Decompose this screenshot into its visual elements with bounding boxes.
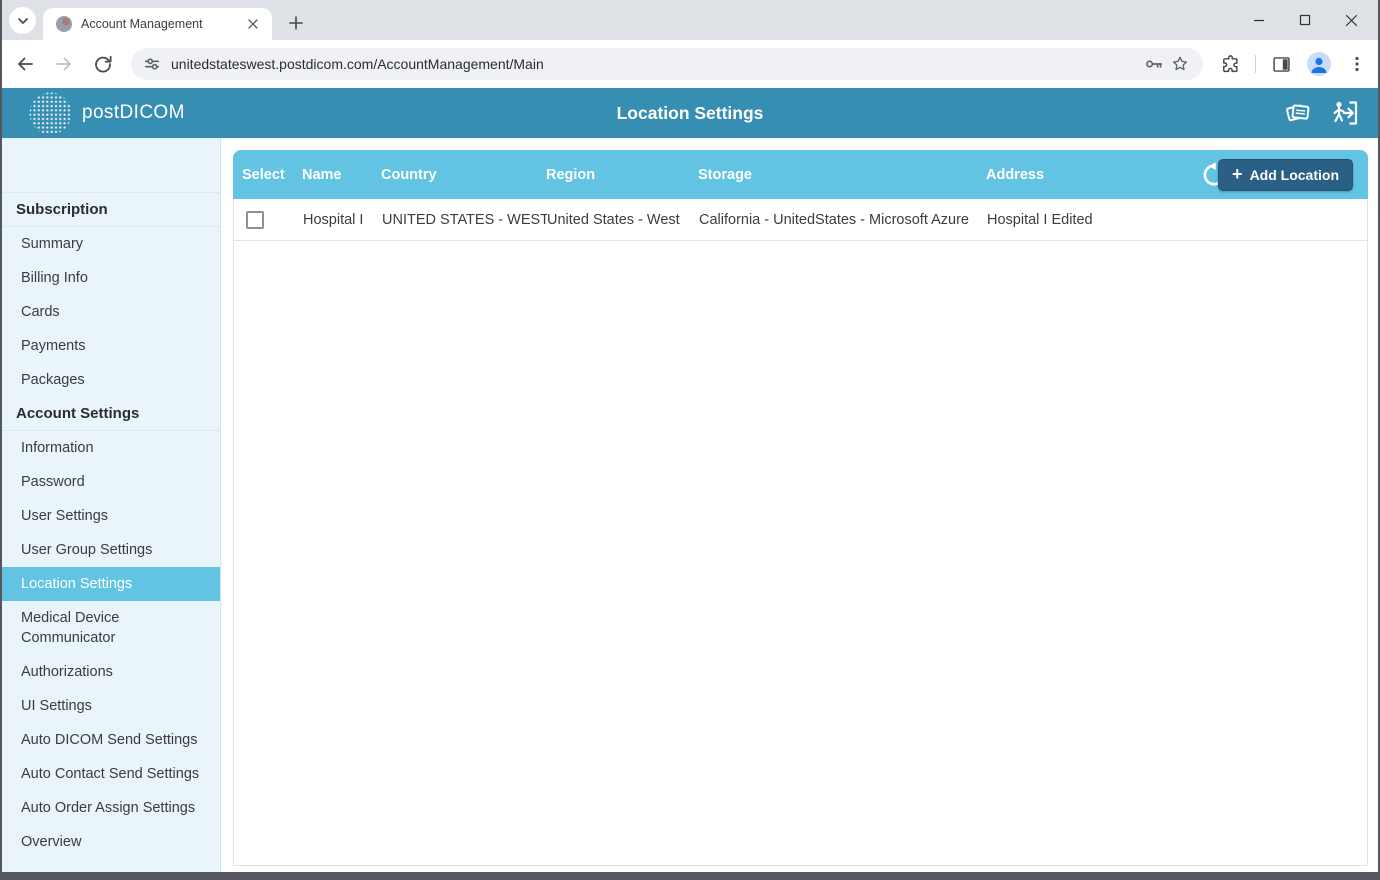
tab-search-button[interactable] <box>9 7 36 34</box>
browser-menu-button[interactable] <box>1342 49 1372 79</box>
close-icon <box>248 19 258 29</box>
close-icon <box>1345 14 1357 26</box>
add-location-button[interactable]: + Add Location <box>1218 158 1353 191</box>
address-bar[interactable]: unitedstateswest.postdicom.com/AccountMa… <box>131 48 1203 80</box>
browser-toolbar: unitedstateswest.postdicom.com/AccountMa… <box>0 40 1380 88</box>
sidebar-item-user-group-settings[interactable]: User Group Settings <box>0 533 220 567</box>
credit-packages-button[interactable] <box>1280 96 1314 130</box>
logout-icon <box>1333 101 1358 125</box>
tab-title: Account Management <box>81 17 203 31</box>
credit-cards-icon <box>1286 104 1310 122</box>
toolbar-separator <box>1255 55 1256 73</box>
kebab-menu-icon <box>1355 56 1359 72</box>
back-button[interactable] <box>8 47 42 81</box>
window-bottom-edge <box>0 872 1380 880</box>
sidebar-item-summary[interactable]: Summary <box>0 227 220 261</box>
sidebar-item-password[interactable]: Password <box>0 465 220 499</box>
sidebar-item-location-settings[interactable]: Location Settings <box>0 567 220 601</box>
logout-button[interactable] <box>1328 96 1362 130</box>
table-row[interactable]: Hospital I UNITED STATES - WEST United Sta… <box>234 199 1367 241</box>
cell-address: Hospital I Edited <box>987 211 1093 228</box>
row-checkbox-cell <box>234 210 303 229</box>
cell-country: UNITED STATES - WEST <box>382 211 547 228</box>
sidebar-item-payments[interactable]: Payments <box>0 329 220 363</box>
profile-avatar-icon <box>1307 52 1331 76</box>
minimize-icon <box>1254 19 1264 22</box>
sidebar-item-auto-contact-send-settings[interactable]: Auto Contact Send Settings <box>0 757 220 791</box>
table-header-row: Select Name Country Region Storage Address + … <box>233 150 1368 199</box>
sidebar-item-cards[interactable]: Cards <box>0 295 220 329</box>
extensions-puzzle-icon <box>1222 54 1238 72</box>
page-title: Location Settings <box>616 102 764 123</box>
url-text[interactable]: unitedstateswest.postdicom.com/AccountMa… <box>171 56 1141 72</box>
locations-table: Select Name Country Region Storage Address + … <box>233 150 1368 866</box>
sidebar-item-user-settings[interactable]: User Settings <box>0 499 220 533</box>
column-header-select: Select <box>242 166 285 183</box>
main-content: Select Name Country Region Storage Address + … <box>222 138 1380 872</box>
postdicom-favicon-icon <box>56 16 72 32</box>
arrow-left-icon <box>18 57 33 71</box>
close-window-button[interactable] <box>1328 0 1374 40</box>
sidebar-item-authorizations[interactable]: Authorizations <box>0 655 220 689</box>
maximize-button[interactable] <box>1282 0 1328 40</box>
reload-button[interactable] <box>86 47 120 81</box>
new-tab-button[interactable] <box>282 9 310 37</box>
sidebar-item-medical-device-communicator[interactable]: Medical Device Communicator <box>0 601 220 655</box>
key-icon <box>1146 60 1163 68</box>
side-panel-icon <box>1272 56 1290 72</box>
reload-icon <box>95 55 112 73</box>
browser-tab-strip: Account Management <box>0 0 1380 40</box>
window-left-edge <box>0 0 2 880</box>
sidebar-item-ui-settings[interactable]: UI Settings <box>0 689 220 723</box>
toolbar-actions <box>1215 49 1380 79</box>
profile-button[interactable] <box>1304 49 1334 79</box>
sidebar-section-account-settings: Account Settings <box>0 397 220 431</box>
password-manager-button[interactable] <box>1141 51 1167 77</box>
browser-tab[interactable]: Account Management <box>43 8 272 40</box>
tab-close-button[interactable] <box>244 15 262 33</box>
extensions-button[interactable] <box>1215 49 1245 79</box>
plus-icon <box>289 16 303 30</box>
column-header-country: Country <box>381 166 437 183</box>
side-panel-button[interactable] <box>1266 49 1296 79</box>
window-controls <box>1236 0 1374 40</box>
arrow-right-icon <box>56 57 71 71</box>
maximize-icon <box>1299 14 1311 26</box>
cell-region: United States - West <box>547 211 680 228</box>
sidebar-item-information[interactable]: Information <box>0 431 220 465</box>
site-settings-icon[interactable] <box>143 55 161 73</box>
cell-storage: California - UnitedStates - Microsoft Az… <box>699 211 969 228</box>
cell-name: Hospital I <box>303 211 364 228</box>
minimize-button[interactable] <box>1236 0 1282 40</box>
column-header-region: Region <box>546 166 596 183</box>
header-actions <box>1280 88 1362 138</box>
plus-icon: + <box>1232 164 1243 184</box>
sidebar-item-auto-dicom-send-settings[interactable]: Auto DICOM Send Settings <box>0 723 220 757</box>
sidebar-item-overview[interactable]: Overview <box>0 825 220 859</box>
row-checkbox[interactable] <box>246 210 264 229</box>
column-header-name: Name <box>302 166 342 183</box>
sidebar-section-subscription: Subscription <box>0 192 220 227</box>
column-header-storage: Storage <box>698 166 752 183</box>
bookmark-button[interactable] <box>1167 51 1193 77</box>
chevron-down-icon <box>17 17 28 24</box>
star-icon <box>1172 56 1188 71</box>
sidebar-item-auto-order-assign-settings[interactable]: Auto Order Assign Settings <box>0 791 220 825</box>
sidebar-nav: Subscription Summary Billing Info Cards Paym… <box>0 138 221 872</box>
sidebar-item-billing-info[interactable]: Billing Info <box>0 261 220 295</box>
add-location-label: Add Location <box>1249 166 1339 183</box>
sidebar-item-packages[interactable]: Packages <box>0 363 220 397</box>
forward-button[interactable] <box>47 47 81 81</box>
table-body: Hospital I UNITED STATES - WEST United Sta… <box>234 199 1367 241</box>
app-header: postDICOM Location Settings <box>0 88 1380 138</box>
